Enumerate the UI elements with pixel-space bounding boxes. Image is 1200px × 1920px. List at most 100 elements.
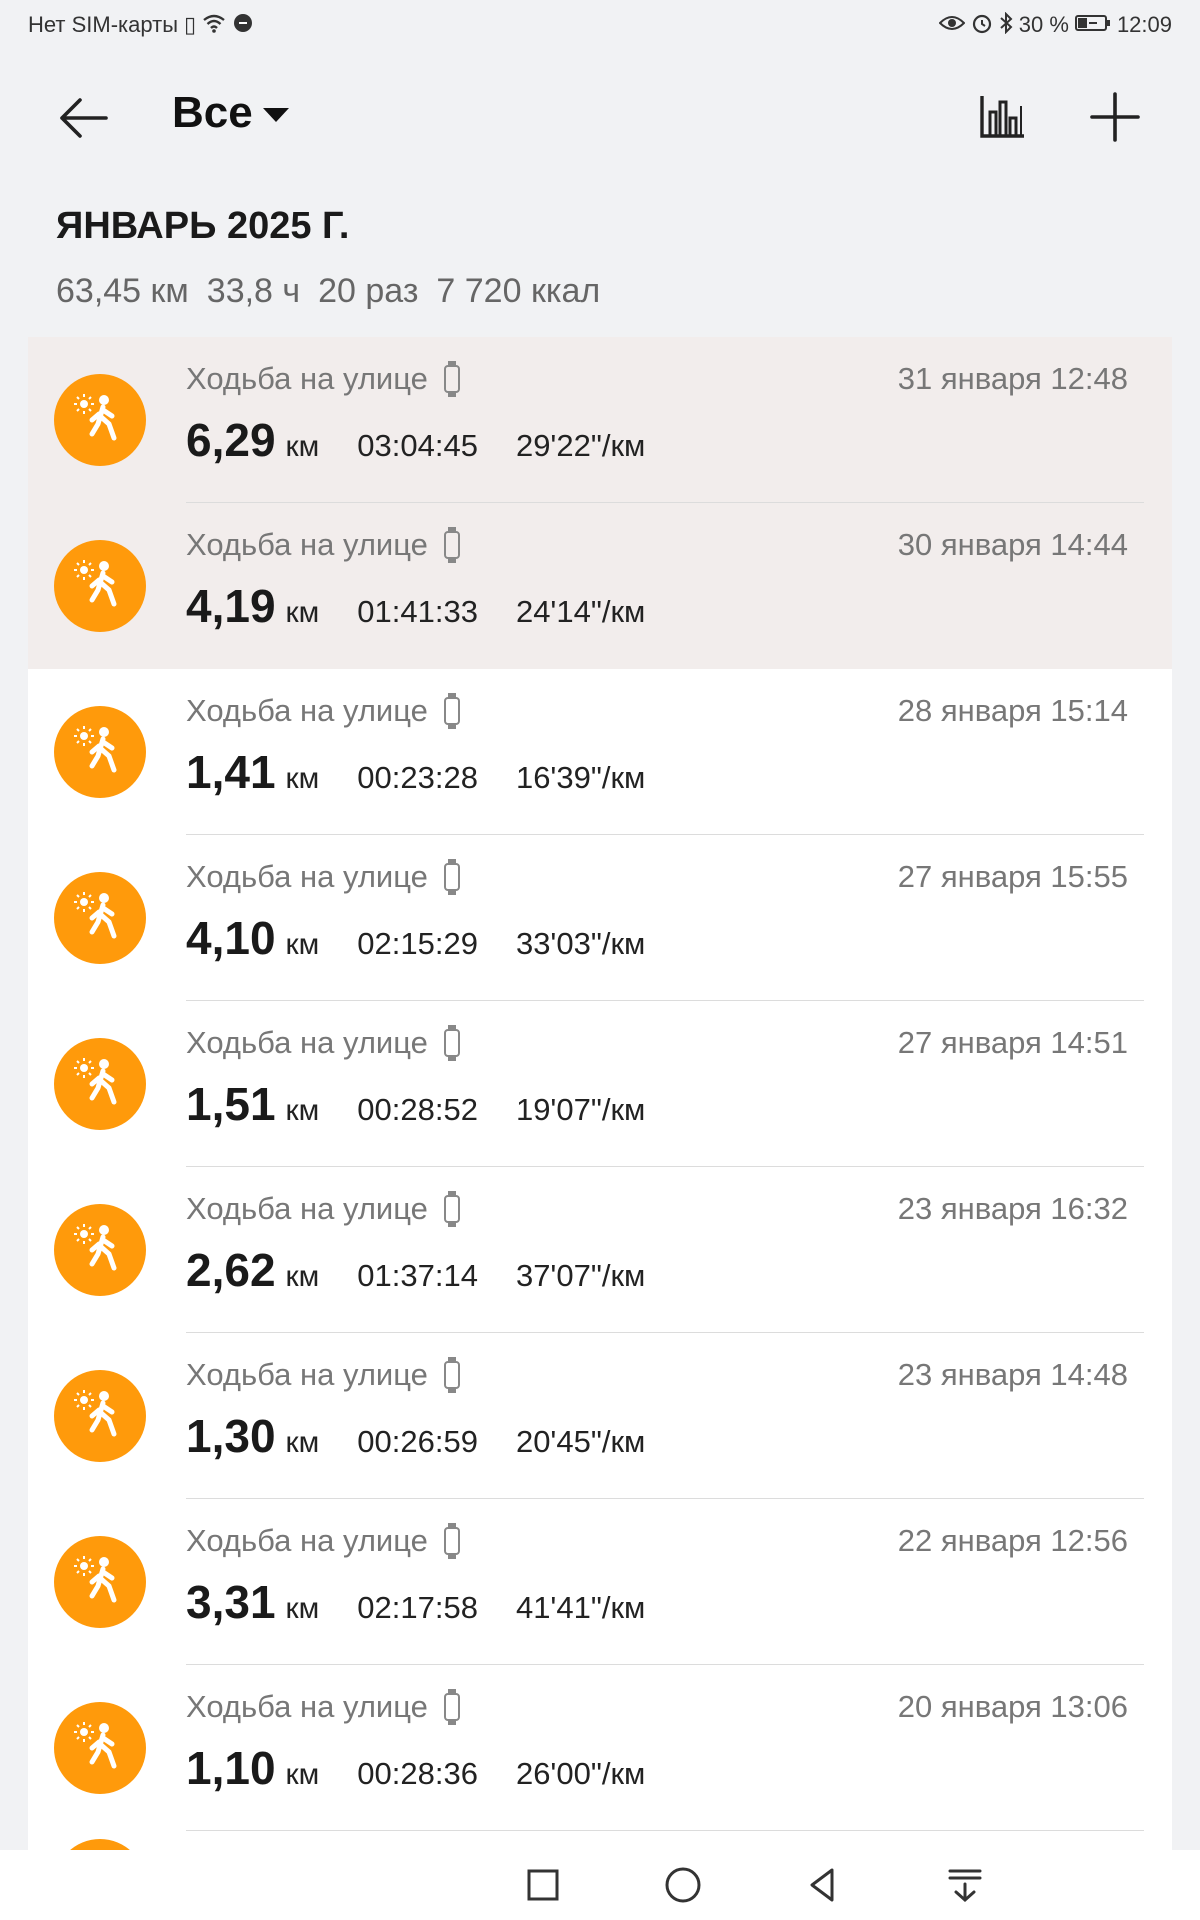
workout-duration: 01:37:14 <box>357 1258 478 1293</box>
recents-button[interactable] <box>520 1862 566 1908</box>
workout-date: 28 января 15:14 <box>897 693 1128 728</box>
bar-chart-icon <box>980 96 1024 138</box>
stats-button[interactable] <box>978 92 1028 142</box>
workout-date: 20 января 13:06 <box>897 1689 1128 1724</box>
workout-type: Ходьба на улице <box>186 1025 428 1060</box>
workout-pace: 16'39"/км <box>515 760 646 795</box>
workout-duration: 00:23:28 <box>357 760 478 795</box>
notification-shade-button[interactable] <box>942 1862 988 1908</box>
watch-icon <box>443 859 460 895</box>
workout-date: 22 января 12:56 <box>897 1523 1128 1558</box>
plus-icon <box>1090 92 1140 142</box>
distance-unit: км <box>285 1592 320 1625</box>
outdoor-walk-icon <box>54 706 146 798</box>
distance-unit: км <box>285 1094 320 1127</box>
home-button[interactable] <box>660 1862 706 1908</box>
workout-duration: 03:04:45 <box>357 428 478 463</box>
workout-distance: 2,62 <box>186 1244 276 1296</box>
system-nav-bar <box>0 1850 1200 1920</box>
workout-distance: 4,10 <box>186 912 276 964</box>
workout-date: 27 января 14:51 <box>897 1025 1128 1060</box>
clock-time: 12:09 <box>1116 12 1172 37</box>
arrow-left-icon <box>60 98 108 138</box>
battery-percent: 30 % <box>1018 12 1069 37</box>
workout-duration: 00:26:59 <box>357 1424 478 1459</box>
add-button[interactable] <box>1088 90 1142 144</box>
outdoor-walk-icon <box>54 1204 146 1296</box>
workout-row[interactable]: Ходьба на улице 23 января 16:32 2,62 км … <box>28 1167 1172 1333</box>
triangle-back-icon <box>810 1868 834 1902</box>
workout-row[interactable]: Ходьба на улице 28 января 15:14 1,41 км … <box>28 669 1172 835</box>
workout-type: Ходьба на улице <box>186 527 428 562</box>
carrier-label: Нет SIM-карты <box>28 12 179 37</box>
workout-row[interactable]: Ходьба на улице 22 января 12:56 3,31 км … <box>28 1499 1172 1665</box>
workout-type: Ходьба на улице <box>186 1357 428 1392</box>
circle-icon <box>665 1867 701 1903</box>
workout-row[interactable]: Ходьба на улице 23 января 14:48 1,30 км … <box>28 1333 1172 1499</box>
workout-row[interactable]: Ходьба на улице 27 января 15:55 4,10 км … <box>28 835 1172 1001</box>
workout-pace: 19'07"/км <box>515 1092 646 1127</box>
distance-unit: км <box>285 1260 320 1293</box>
outdoor-walk-icon <box>54 1370 146 1462</box>
eye-icon <box>938 14 966 36</box>
back-nav-button[interactable] <box>800 1862 846 1908</box>
workout-type: Ходьба на улице <box>186 1689 428 1724</box>
workout-date: 23 января 16:32 <box>897 1191 1128 1226</box>
outdoor-walk-icon <box>54 1702 146 1794</box>
workout-pace: 33'03"/км <box>515 926 646 961</box>
workout-date: 23 января 14:48 <box>897 1357 1128 1392</box>
total-count: 20 раз <box>318 272 419 310</box>
workout-distance: 3,31 <box>186 1576 276 1628</box>
sim-icon: ▯ <box>184 12 197 37</box>
distance-unit: км <box>285 1426 320 1459</box>
app-bar: Все <box>0 70 1200 160</box>
workout-pace: 20'45"/км <box>515 1424 646 1459</box>
alarm-icon <box>971 12 993 38</box>
watch-icon <box>443 1523 460 1559</box>
workout-row[interactable]: Ходьба на улице 27 января 14:51 1,51 км … <box>28 1001 1172 1167</box>
page-title: Все <box>172 88 253 137</box>
workout-duration: 00:28:52 <box>357 1092 478 1127</box>
watch-icon <box>443 527 460 563</box>
workout-distance: 6,29 <box>186 414 276 466</box>
filter-dropdown[interactable]: Все <box>172 88 289 138</box>
watch-icon <box>443 1191 460 1227</box>
watch-icon <box>443 1689 460 1725</box>
workout-duration: 02:17:58 <box>357 1590 478 1625</box>
outdoor-walk-icon <box>54 1536 146 1628</box>
watch-icon <box>443 1357 460 1393</box>
bluetooth-icon <box>999 11 1013 38</box>
outdoor-walk-icon <box>54 1038 146 1130</box>
distance-unit: км <box>285 762 320 795</box>
workout-duration: 02:15:29 <box>357 926 478 961</box>
workout-list: Ходьба на улице 31 января 12:48 6,29 км … <box>28 337 1172 1861</box>
pull-down-icon <box>948 1869 982 1903</box>
workout-row[interactable]: Ходьба на улице 31 января 12:48 6,29 км … <box>28 337 1172 503</box>
wifi-icon <box>202 13 226 37</box>
workout-distance: 4,19 <box>186 580 276 632</box>
outdoor-walk-icon <box>54 374 146 466</box>
workout-pace: 26'00"/км <box>515 1756 646 1791</box>
square-icon <box>527 1869 559 1901</box>
workout-date: 27 января 15:55 <box>897 859 1128 894</box>
workout-duration: 00:28:36 <box>357 1756 478 1791</box>
workout-type: Ходьба на улице <box>186 693 428 728</box>
workout-pace: 37'07"/км <box>515 1258 646 1293</box>
workout-pace: 41'41"/км <box>515 1590 646 1625</box>
workout-type: Ходьба на улице <box>186 361 428 396</box>
workout-row[interactable]: Ходьба на улице 20 января 13:06 1,10 км … <box>28 1665 1172 1831</box>
month-stats: 63,45 км 33,8 ч 20 раз 7 720 ккал <box>56 272 600 311</box>
distance-unit: км <box>285 928 320 961</box>
workout-row[interactable]: Ходьба на улице 30 января 14:44 4,19 км … <box>28 503 1172 669</box>
distance-unit: км <box>285 1758 320 1791</box>
watch-icon <box>443 693 460 729</box>
back-button[interactable] <box>56 90 112 146</box>
distance-unit: км <box>285 596 320 629</box>
workout-duration: 01:41:33 <box>357 594 478 629</box>
workout-pace: 24'14"/км <box>515 594 646 629</box>
workout-distance: 1,10 <box>186 1742 276 1794</box>
month-title: ЯНВАРЬ 2025 Г. <box>56 205 350 247</box>
total-duration: 33,8 ч <box>206 272 301 310</box>
outdoor-walk-icon <box>54 540 146 632</box>
workout-distance: 1,30 <box>186 1410 276 1462</box>
